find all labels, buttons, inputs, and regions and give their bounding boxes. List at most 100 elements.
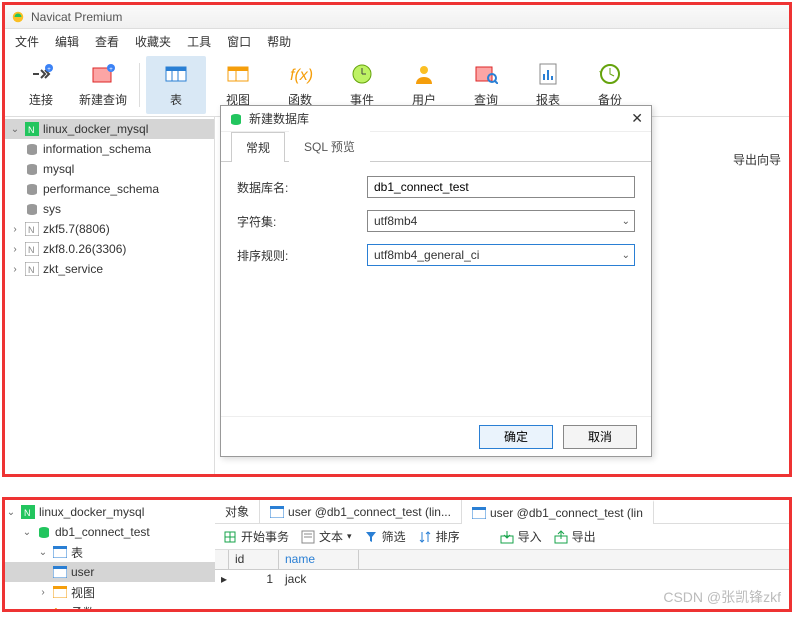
export-button[interactable]: 导出 xyxy=(554,528,596,545)
dropdown-icon: ▾ xyxy=(347,531,352,542)
toolbar-newquery[interactable]: + 新建查询 xyxy=(73,56,133,114)
dialog-tabs: 常规 SQL 预览 xyxy=(221,132,651,162)
app-title: Navicat Premium xyxy=(31,10,122,24)
tree-db-sys[interactable]: sys xyxy=(5,199,214,219)
text-button[interactable]: 文本▾ xyxy=(301,528,352,545)
backup-icon xyxy=(596,61,624,87)
filter-icon xyxy=(364,530,378,544)
table-icon xyxy=(53,566,67,578)
tab-sql-preview[interactable]: SQL 预览 xyxy=(289,131,370,162)
svg-text:N: N xyxy=(28,265,35,275)
table-toolbar: 开始事务 文本▾ 筛选 排序 导入 导出 xyxy=(215,524,789,550)
label-charset: 字符集: xyxy=(237,213,367,230)
row-marker-icon: ▸ xyxy=(215,570,229,590)
import-icon xyxy=(500,530,514,544)
menu-file[interactable]: 文件 xyxy=(15,33,39,50)
content-tabs: 对象 user @db1_connect_test (lin... user @… xyxy=(215,500,789,524)
app-logo-icon xyxy=(11,10,25,24)
tree2-db1[interactable]: ⌄db1_connect_test xyxy=(5,522,215,542)
begin-transaction-button[interactable]: 开始事务 xyxy=(223,528,289,545)
svg-text:N: N xyxy=(28,245,35,255)
tree2-views[interactable]: ›视图 xyxy=(5,582,215,602)
input-dbname[interactable] xyxy=(367,176,635,198)
svg-text:N: N xyxy=(28,125,35,135)
tree-panel2: ⌄Nlinux_docker_mysql ⌄db1_connect_test ⌄… xyxy=(5,500,215,612)
table-icon xyxy=(162,61,190,87)
filter-button[interactable]: 筛选 xyxy=(364,528,406,545)
sort-button[interactable]: 排序 xyxy=(418,528,460,545)
report-icon xyxy=(534,61,562,87)
svg-text:f(x): f(x) xyxy=(290,67,313,84)
toolbar-table[interactable]: 表 xyxy=(146,56,206,114)
menu-tools[interactable]: 工具 xyxy=(187,33,211,50)
database-icon xyxy=(25,142,39,156)
tree-db-performance-schema[interactable]: performance_schema xyxy=(5,179,214,199)
clock-icon xyxy=(348,61,376,87)
svg-text:N: N xyxy=(28,225,35,235)
dialog-title: 新建数据库 xyxy=(249,110,309,127)
table-icon xyxy=(270,506,284,518)
menu-view[interactable]: 查看 xyxy=(95,33,119,50)
tab-user2[interactable]: user @db1_connect_test (lin xyxy=(462,500,654,524)
col-id[interactable]: id xyxy=(229,550,279,569)
svg-text:+: + xyxy=(47,67,51,73)
database-icon xyxy=(25,162,39,176)
tree-conn-zkf8026[interactable]: ›Nzkf8.0.26(3306) xyxy=(5,239,214,259)
tab-general[interactable]: 常规 xyxy=(231,132,285,162)
window-titlebar: Navicat Premium xyxy=(5,5,789,29)
cell-name[interactable]: jack xyxy=(279,570,359,590)
view-icon xyxy=(224,61,252,87)
newquery-icon: + xyxy=(89,61,117,87)
svg-text:N: N xyxy=(24,508,31,518)
tree-db-information-schema[interactable]: information_schema xyxy=(5,139,214,159)
mysql-conn-off-icon: N xyxy=(25,262,39,276)
tree-conn-linux-docker[interactable]: ⌄Nlinux_docker_mysql xyxy=(5,119,214,139)
dialog-close-button[interactable]: ✕ xyxy=(631,110,643,127)
tree2-conn-linux-docker[interactable]: ⌄Nlinux_docker_mysql xyxy=(5,502,215,522)
tree2-funcs[interactable]: ›fx函数 xyxy=(5,602,215,612)
tree-conn-zkt-service[interactable]: ›Nzkt_service xyxy=(5,259,214,279)
cell-id[interactable]: 1 xyxy=(229,570,279,590)
database-icon xyxy=(25,202,39,216)
new-database-dialog: 新建数据库 ✕ 常规 SQL 预览 数据库名: 字符集: utf8mb4⌄ 排序… xyxy=(220,105,652,457)
cancel-button[interactable]: 取消 xyxy=(563,425,637,449)
table-icon xyxy=(53,546,67,558)
toolbar-connect[interactable]: + 连接 xyxy=(11,56,71,114)
tree-conn-zkf57[interactable]: ›Nzkf5.7(8806) xyxy=(5,219,214,239)
export-wizard-link[interactable]: 导出向导 xyxy=(733,151,781,168)
import-button[interactable]: 导入 xyxy=(500,528,542,545)
label-collation: 排序规则: xyxy=(237,247,367,264)
transaction-icon xyxy=(223,530,237,544)
chevron-down-icon: ⌄ xyxy=(622,216,630,227)
database-green-icon xyxy=(229,112,243,126)
ok-button[interactable]: 确定 xyxy=(479,425,553,449)
toolbar-divider xyxy=(139,63,140,107)
tree2-table-user[interactable]: user xyxy=(5,562,215,582)
mysql-conn-off-icon: N xyxy=(25,222,39,236)
grid-header: id name xyxy=(215,550,789,570)
dialog-titlebar: 新建数据库 ✕ xyxy=(221,106,651,132)
select-charset[interactable]: utf8mb4⌄ xyxy=(367,210,635,232)
export-icon xyxy=(554,530,568,544)
menu-help[interactable]: 帮助 xyxy=(267,33,291,50)
tab-objects[interactable]: 对象 xyxy=(215,500,260,524)
col-name[interactable]: name xyxy=(279,550,359,569)
menu-favorites[interactable]: 收藏夹 xyxy=(135,33,171,50)
user-icon xyxy=(410,61,438,87)
tree-db-mysql[interactable]: mysql xyxy=(5,159,214,179)
menu-window[interactable]: 窗口 xyxy=(227,33,251,50)
mysql-conn-off-icon: N xyxy=(25,242,39,256)
tab-user1[interactable]: user @db1_connect_test (lin... xyxy=(260,500,462,524)
select-collation[interactable]: utf8mb4_general_ci⌄ xyxy=(367,244,635,266)
tree2-tables[interactable]: ⌄表 xyxy=(5,542,215,562)
connection-tree: ⌄Nlinux_docker_mysql information_schema … xyxy=(5,117,215,474)
function-icon: fx xyxy=(53,605,67,612)
mysql-conn-icon: N xyxy=(25,122,39,136)
table-icon xyxy=(472,507,486,519)
menu-edit[interactable]: 编辑 xyxy=(55,33,79,50)
label-dbname: 数据库名: xyxy=(237,179,367,196)
svg-text:+: + xyxy=(109,67,113,73)
text-icon xyxy=(301,530,315,544)
menu-bar: 文件 编辑 查看 收藏夹 工具 窗口 帮助 xyxy=(5,29,789,53)
query-icon xyxy=(472,61,500,87)
